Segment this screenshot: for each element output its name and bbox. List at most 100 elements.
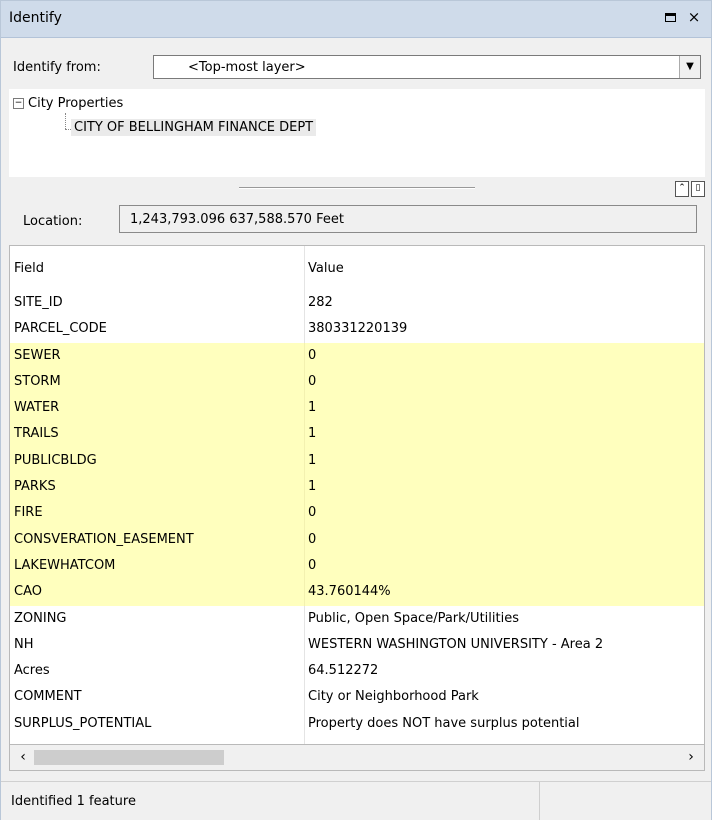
value-cell: 1 bbox=[308, 400, 317, 416]
results-tree: − City Properties CITY OF BELLINGHAM FINA… bbox=[9, 89, 705, 177]
scroll-right-icon[interactable]: › bbox=[682, 749, 700, 765]
table-row[interactable]: TRAILS 1 bbox=[10, 421, 704, 448]
field-cell: ZONING bbox=[14, 610, 67, 626]
column-divider bbox=[304, 631, 305, 659]
table-row[interactable]: ZONING Public, Open Space/Park/Utilities bbox=[10, 605, 704, 632]
value-cell: 282 bbox=[308, 295, 333, 310]
pane-splitter[interactable]: ⌃ ▯ bbox=[1, 177, 711, 199]
value-cell: 1 bbox=[308, 479, 317, 495]
field-cell: CAO bbox=[14, 584, 42, 600]
close-icon: × bbox=[687, 8, 701, 26]
column-divider bbox=[304, 316, 305, 343]
column-divider bbox=[304, 368, 305, 396]
collapse-icon[interactable]: − bbox=[13, 98, 24, 109]
value-cell: 1 bbox=[308, 452, 317, 468]
layout-toggle-button[interactable]: ▯ bbox=[691, 181, 705, 197]
value-cell: City or Neighborhood Park bbox=[308, 689, 479, 705]
table-row[interactable]: PARKS 1 bbox=[10, 474, 704, 501]
status-bar: Identified 1 feature bbox=[1, 781, 711, 820]
value-cell: 43.760144% bbox=[308, 584, 391, 600]
tree-node-city-properties[interactable]: − City Properties bbox=[13, 96, 123, 111]
field-cell: TRAILS bbox=[14, 426, 59, 442]
field-cell: SURPLUS_POTENTIAL bbox=[14, 715, 152, 731]
field-cell: Acres bbox=[14, 663, 50, 679]
field-cell: CONSVERATION_EASEMENT bbox=[14, 531, 194, 547]
column-divider bbox=[304, 737, 305, 744]
title-bar: Identify × bbox=[1, 1, 711, 38]
value-cell: 0 bbox=[308, 373, 317, 389]
value-cell: Public, Open Space/Park/Utilities bbox=[308, 610, 519, 626]
column-divider bbox=[304, 684, 305, 711]
column-divider bbox=[304, 421, 305, 448]
value-column-header[interactable]: Value bbox=[308, 261, 344, 276]
tree-connector bbox=[65, 113, 66, 129]
table-row[interactable]: LAKEWHATCOM 0 bbox=[10, 552, 704, 580]
table-row[interactable]: Acres 64.512272 bbox=[10, 658, 704, 685]
location-value: 1,243,793.096 637,588.570 Feet bbox=[130, 212, 344, 227]
window-title: Identify bbox=[9, 10, 62, 26]
table-row[interactable]: NH WESTERN WASHINGTON UNIVERSITY - Area 2 bbox=[10, 631, 704, 659]
table-row[interactable]: CAO 43.760144% bbox=[10, 579, 704, 606]
value-cell: 1 bbox=[308, 426, 317, 442]
table-row[interactable]: STORM 0 bbox=[10, 368, 704, 396]
column-divider bbox=[304, 605, 305, 632]
scrollbar-thumb[interactable] bbox=[34, 750, 224, 765]
value-cell: 0 bbox=[308, 557, 317, 573]
splitter-grip[interactable] bbox=[239, 187, 475, 189]
field-cell: LAKEWHATCOM bbox=[14, 557, 116, 573]
field-cell: SEWER bbox=[14, 347, 61, 363]
identify-from-row: Identify from: <Top-most layer> ▼ bbox=[1, 51, 711, 81]
field-cell: PARCEL_CODE bbox=[14, 321, 107, 337]
restore-button[interactable] bbox=[661, 8, 679, 26]
column-divider bbox=[304, 447, 305, 475]
value-cell: Property does NOT have surplus potential bbox=[308, 715, 580, 731]
identify-window: Identify × Identify from: <Top-most laye… bbox=[0, 0, 712, 820]
location-field: 1,243,793.096 637,588.570 Feet bbox=[119, 205, 697, 233]
field-column-header[interactable]: Field bbox=[14, 261, 44, 276]
column-divider bbox=[304, 526, 305, 553]
field-cell: STORM bbox=[14, 373, 61, 389]
table-row[interactable]: FIRE 0 bbox=[10, 500, 704, 527]
column-divider bbox=[304, 342, 305, 369]
table-row[interactable]: COMMENT City or Neighborhood Park bbox=[10, 684, 704, 711]
grid-header: Field Value bbox=[10, 246, 704, 290]
identify-from-label: Identify from: bbox=[13, 60, 101, 75]
column-divider[interactable] bbox=[304, 246, 305, 290]
tree-root-label: City Properties bbox=[28, 96, 124, 111]
tree-node-feature[interactable]: CITY OF BELLINGHAM FINANCE DEPT bbox=[71, 119, 317, 136]
field-cell: SITE_ID bbox=[14, 295, 63, 310]
restore-icon bbox=[664, 13, 676, 22]
field-cell: PUBLICBLDG bbox=[14, 452, 97, 468]
value-cell: 0 bbox=[308, 531, 317, 547]
scroll-left-icon[interactable]: ‹ bbox=[14, 749, 32, 765]
close-button[interactable]: × bbox=[685, 8, 703, 26]
column-divider bbox=[304, 658, 305, 685]
horizontal-scrollbar[interactable]: ‹ › bbox=[9, 745, 705, 771]
identify-from-dropdown[interactable]: <Top-most layer> ▼ bbox=[153, 55, 701, 79]
table-row[interactable]: PUBLICBLDG 1 bbox=[10, 447, 704, 475]
column-divider bbox=[304, 290, 305, 317]
table-row[interactable]: SITE_ID 282 bbox=[10, 290, 704, 317]
table-row[interactable]: SURPLUS_POTENTIAL Property does NOT have … bbox=[10, 710, 704, 738]
column-divider bbox=[304, 579, 305, 606]
identify-from-value: <Top-most layer> bbox=[188, 60, 306, 75]
table-row[interactable]: PARCEL_CODE 380331220139 bbox=[10, 316, 704, 343]
column-divider bbox=[304, 710, 305, 738]
column-divider bbox=[304, 474, 305, 501]
splitter-buttons: ⌃ ▯ bbox=[673, 179, 705, 197]
column-divider bbox=[304, 552, 305, 580]
collapse-up-button[interactable]: ⌃ bbox=[675, 181, 689, 197]
field-cell: FIRE bbox=[14, 505, 43, 521]
value-cell: 380331220139 bbox=[308, 321, 408, 337]
column-divider bbox=[304, 395, 305, 422]
table-row-empty bbox=[10, 737, 704, 744]
column-divider bbox=[304, 500, 305, 527]
field-cell: WATER bbox=[14, 400, 60, 416]
table-row[interactable]: WATER 1 bbox=[10, 395, 704, 422]
status-separator bbox=[539, 782, 540, 820]
table-row[interactable]: CONSVERATION_EASEMENT 0 bbox=[10, 526, 704, 553]
dropdown-arrow-icon[interactable]: ▼ bbox=[679, 56, 700, 78]
value-cell: 64.512272 bbox=[308, 663, 379, 679]
field-cell: PARKS bbox=[14, 479, 56, 495]
table-row[interactable]: SEWER 0 bbox=[10, 342, 704, 369]
